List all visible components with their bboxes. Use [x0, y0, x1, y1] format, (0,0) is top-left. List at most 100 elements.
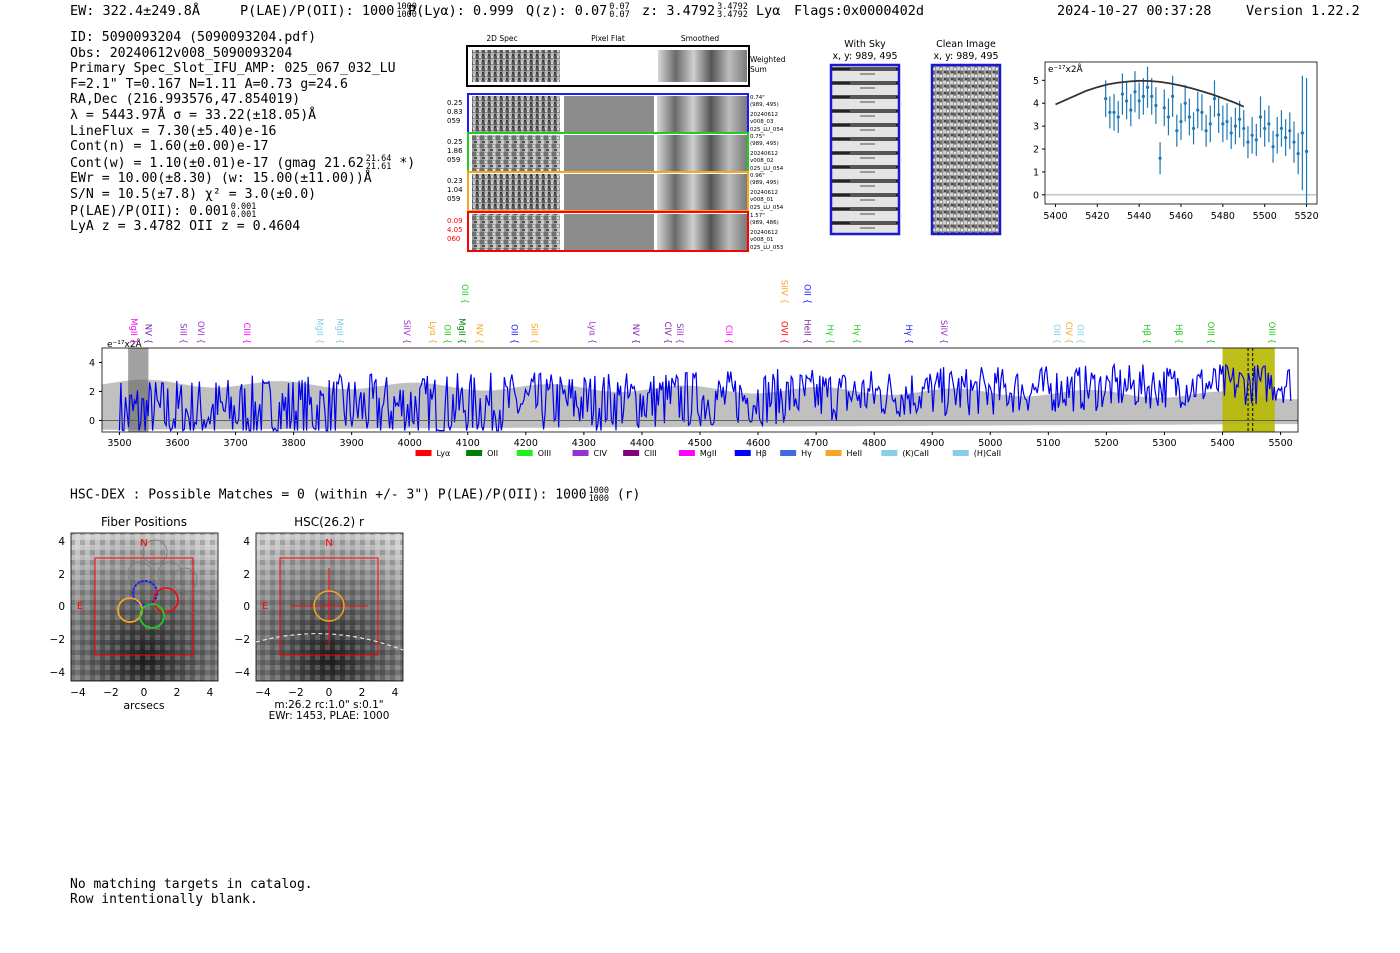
- fiber-ytick: −2: [50, 634, 65, 646]
- fit-xtick-label: 5440: [1127, 211, 1151, 222]
- row-3-right-3: 20240612: [750, 190, 778, 196]
- legend-swatch: [572, 450, 589, 456]
- hsc-ytick: 2: [243, 569, 250, 581]
- legend-swatch: [466, 450, 483, 456]
- cutout-row-2-smoothed: [657, 135, 747, 171]
- fit-ytick-label: 1: [1033, 167, 1039, 178]
- fit-data-point: [1279, 126, 1284, 131]
- fiber-positions-plot: N E: [70, 532, 219, 682]
- row-1-left-1: 0.25: [447, 99, 463, 107]
- fit-data-point: [1246, 140, 1250, 144]
- emission-line-label: SiIV {: [401, 320, 411, 344]
- emission-line-label: OII {: [802, 284, 812, 304]
- spectrum-xtick-label: 4100: [456, 438, 480, 449]
- legend-label: (K)CaII: [902, 449, 929, 458]
- fit-data-point: [1284, 135, 1288, 140]
- row-2-right-3: 20240612: [750, 151, 778, 157]
- row-3-right-2: (989, 495): [750, 180, 779, 186]
- cutout-col-smoothed: Smoothed: [681, 34, 720, 43]
- info-contw-a: Cont(w) = 1.10(±0.01)e-17 (gmag 21.62: [70, 155, 364, 171]
- fit-data-point: [1175, 129, 1179, 133]
- bottom-notes: No matching targets in catalog. Row inte…: [70, 877, 313, 907]
- info-contn: Cont(n) = 1.60(±0.00)e-17: [70, 139, 269, 155]
- hsc-cutout-plot: N E: [255, 532, 404, 682]
- hsc-dex-tail: (r): [616, 487, 641, 503]
- cutout-row-4: 0.09 4.05 060 1.57" (989, 486) 20240612 …: [447, 211, 784, 252]
- row-2-left-2: 1.86: [447, 147, 463, 155]
- spectrum-xtick-label: 4700: [804, 438, 828, 449]
- fit-ytick-label: 0: [1033, 190, 1039, 201]
- fit-data-point: [1217, 113, 1221, 117]
- fit-data-point: [1145, 85, 1150, 89]
- row-3-left-3: 059: [447, 195, 460, 203]
- fit-data-point: [1125, 99, 1129, 103]
- fiber-ytick: −4: [50, 667, 66, 679]
- fiber-ytick: 4: [58, 536, 65, 548]
- header-plae: P(LAE)/P(OII): 1000 1000 1000: [240, 3, 417, 20]
- fit-data-point: [1221, 122, 1225, 126]
- fit-xtick-label: 5520: [1294, 211, 1318, 222]
- row-3-right-5: 025_LU_054: [750, 205, 784, 211]
- fit-data-point: [1212, 97, 1217, 101]
- spectrum-xtick-label: 4500: [688, 438, 712, 449]
- fiber-xtick: 0: [141, 687, 148, 699]
- emission-line-label: MgII {: [456, 318, 466, 344]
- note-2: Row intentionally blank.: [70, 892, 258, 907]
- row-3-left-2: 1.04: [447, 186, 463, 194]
- fit-data-point: [1254, 138, 1258, 142]
- fit-data-point: [1208, 122, 1212, 126]
- header-qz: Q(z): 0.07 0.07 0.07: [526, 3, 630, 20]
- fiber-xtick: 4: [207, 687, 214, 699]
- cutout-row-3-2dspec: [472, 174, 560, 210]
- row-1-right-3: 20240612: [750, 112, 778, 118]
- info-contw-lo: 21.61: [365, 161, 392, 172]
- emission-line-label: CIV {: [1063, 322, 1073, 344]
- fit-data-point: [1191, 126, 1196, 131]
- weighted-label-1: Weighted: [750, 55, 786, 64]
- header-version: Version 1.22.2: [1246, 3, 1360, 19]
- fiber-north-label: N: [140, 538, 147, 549]
- clean-image-image: [930, 63, 1002, 236]
- cutouts-panel: 2D Spec Pixel Flat Smoothed Weighted Sum…: [447, 34, 786, 252]
- emission-line-label: Hβ {: [1173, 324, 1183, 344]
- row-2-left-3: 059: [447, 156, 460, 164]
- info-obs: Obs: 20240612v008_5090093204: [70, 45, 293, 61]
- fit-xtick-label: 5500: [1253, 211, 1277, 222]
- legend-label: Lyα: [437, 449, 451, 458]
- spectrum-plot: 0 2 4 3500 3600 3700 3800 3900 4000 4100 4200 4300 4…: [89, 280, 1299, 458]
- hsc-dex-lo: 1000: [588, 494, 610, 504]
- fit-ytick-label: 3: [1033, 122, 1039, 133]
- cutout-weighted-sum: Weighted Sum: [466, 45, 786, 87]
- emission-line-label: MgII {: [128, 318, 138, 344]
- spectrum-xtick-label: 3600: [165, 438, 189, 449]
- info-sn: S/N = 10.5(±7.8) χ² = 3.0(±0.0): [70, 186, 317, 202]
- fit-data-point: [1187, 115, 1191, 119]
- legend-swatch: [623, 450, 640, 456]
- header-z-label: z: 3.4792: [642, 3, 716, 19]
- fit-ytick-label: 4: [1033, 99, 1039, 110]
- legend-label: HeII: [847, 449, 863, 458]
- legend-swatch: [516, 450, 533, 456]
- fit-data-point: [1271, 145, 1275, 149]
- cutout-row-1-2dspec: [472, 96, 560, 132]
- hsc-ytick: −4: [235, 667, 251, 679]
- row-3-right-1: 0.96": [750, 173, 765, 179]
- spectrum-xtick-label: 4200: [514, 438, 538, 449]
- clean-image-title: Clean Image: [936, 39, 996, 50]
- row-2-right-5: 025_LU_054: [750, 166, 784, 172]
- fit-data-point: [1304, 149, 1309, 153]
- row-4-right-2: (989, 486): [750, 220, 779, 226]
- cutout-images: Fiber Positions N E 4 2 0 −2 −4 −4 −2 0 …: [50, 515, 404, 722]
- row-2-left-1: 0.25: [447, 138, 463, 146]
- fiber-xtick: −4: [70, 687, 86, 699]
- info-block: ID: 5090093204 (5090093204.pdf) Obs: 202…: [70, 30, 415, 235]
- weighted-label-2: Sum: [750, 65, 767, 74]
- fit-data-point: [1179, 119, 1183, 124]
- emission-line-label: OII {: [1051, 324, 1061, 344]
- cutout-row-2-2dspec: [472, 135, 560, 171]
- info-contw-b: *): [399, 155, 416, 171]
- fit-data-point: [1200, 110, 1204, 114]
- fit-data-point: [1292, 140, 1296, 144]
- fit-data-point: [1150, 94, 1154, 98]
- emission-line-label: SiIV {: [938, 320, 948, 344]
